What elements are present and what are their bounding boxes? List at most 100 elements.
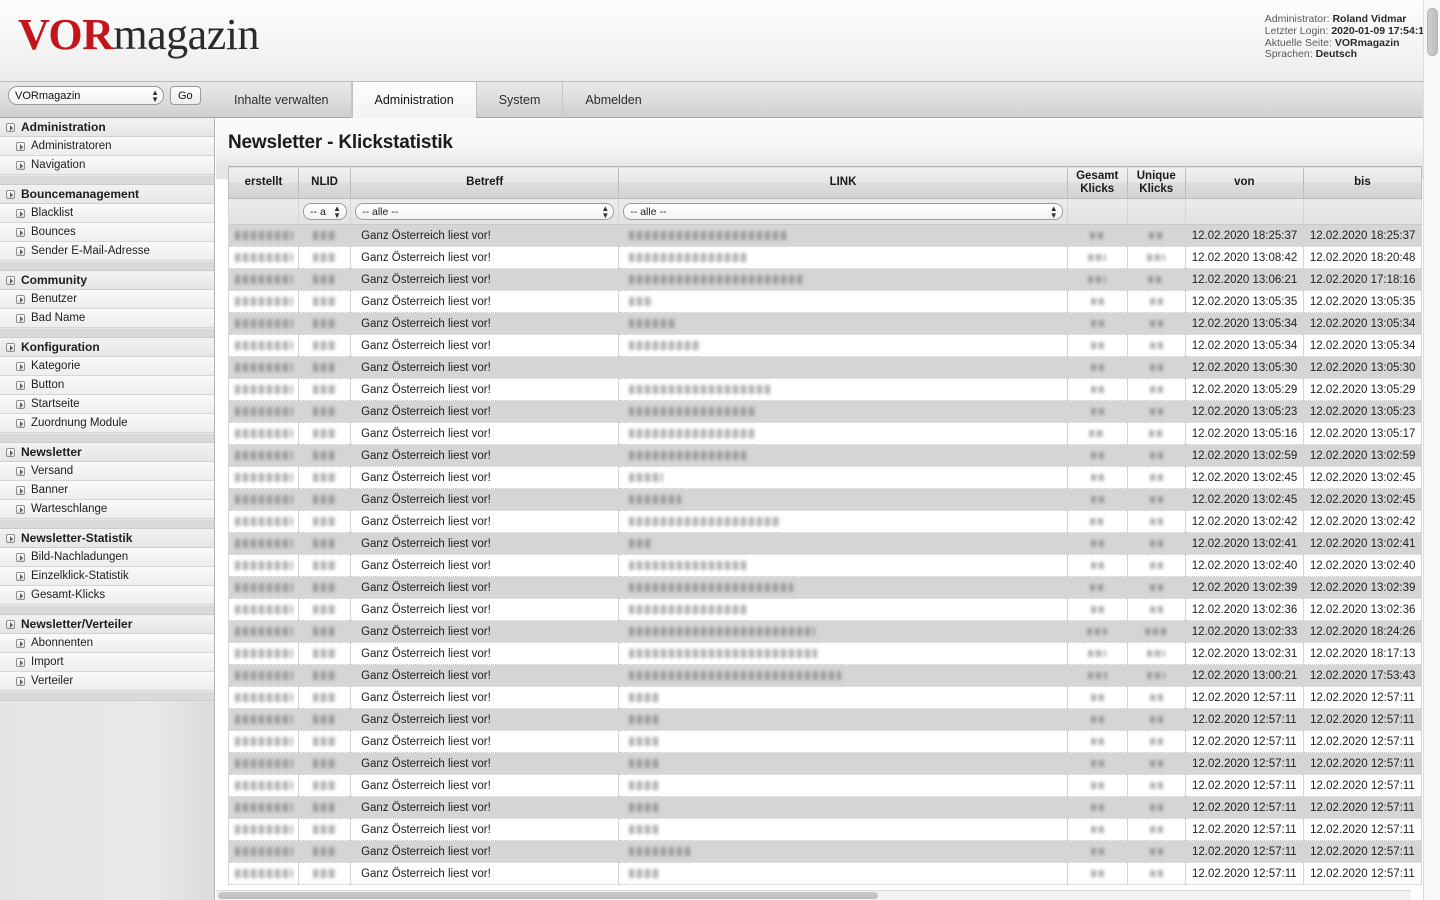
cell-link[interactable] [618,400,1068,423]
tab-inhalte-verwalten[interactable]: Inhalte verwalten [212,82,352,118]
sidebar-item-navigation[interactable]: Navigation [0,156,214,175]
sidebar-item-sender-e-mail-adresse[interactable]: Sender E-Mail-Adresse [0,242,214,261]
table-row[interactable]: Ganz Österreich liest vor! 12.02.2020 13:… [228,466,1423,489]
filter-select-link[interactable]: -- alle -- [623,203,1063,220]
cell-link[interactable] [618,576,1068,599]
cell-link[interactable] [618,510,1068,533]
cell-link[interactable] [618,598,1068,621]
table-row[interactable]: Ganz Österreich liest vor! 12.02.2020 13:… [228,400,1423,423]
cell-link[interactable] [618,224,1068,247]
horizontal-scrollbar[interactable] [216,890,1411,900]
sidebar-group-header-newsletter-statistik[interactable]: Newsletter-Statistik [0,529,214,548]
cell-link[interactable] [618,840,1068,863]
go-button[interactable]: Go [170,86,201,105]
table-row[interactable]: Ganz Österreich liest vor! 12.02.2020 18:… [228,224,1423,247]
cell-link[interactable] [618,752,1068,775]
cell-link[interactable] [618,356,1068,379]
table-row[interactable]: Ganz Österreich liest vor! 12.02.2020 13:… [228,598,1423,621]
table-scroll-region[interactable]: erstellt NLID Betreff LINK Gesamt Klicks … [228,166,1423,900]
sidebar-item-blacklist[interactable]: Blacklist [0,204,214,223]
cell-link[interactable] [618,378,1068,401]
cell-link[interactable] [618,818,1068,841]
column-header-nlid[interactable]: NLID [298,166,352,199]
cell-link[interactable] [618,268,1068,291]
sidebar-item-abonnenten[interactable]: Abonnenten [0,634,214,653]
sidebar-item-button[interactable]: Button [0,376,214,395]
table-row[interactable]: Ganz Österreich liest vor! 12.02.2020 12:… [228,862,1423,885]
column-header-unique-klicks[interactable]: Unique Klicks [1126,166,1186,199]
sidebar-group-header-newsletter[interactable]: Newsletter [0,443,214,462]
table-row[interactable]: Ganz Österreich liest vor! 12.02.2020 13:… [228,664,1423,687]
table-row[interactable]: Ganz Österreich liest vor! 12.02.2020 13:… [228,532,1423,555]
cell-link[interactable] [618,686,1068,709]
table-row[interactable]: Ganz Österreich liest vor! 12.02.2020 12:… [228,818,1423,841]
column-header-bis[interactable]: bis [1302,166,1423,199]
cell-link[interactable] [618,312,1068,335]
cell-link[interactable] [618,554,1068,577]
filter-select-nlid[interactable]: -- a [303,203,348,220]
cell-link[interactable] [618,642,1068,665]
cell-link[interactable] [618,796,1068,819]
table-row[interactable]: Ganz Österreich liest vor! 12.02.2020 12:… [228,686,1423,709]
tab-abmelden[interactable]: Abmelden [563,82,663,118]
table-row[interactable]: Ganz Österreich liest vor! 12.02.2020 13:… [228,290,1423,313]
table-row[interactable]: Ganz Österreich liest vor! 12.02.2020 13:… [228,576,1423,599]
table-row[interactable]: Ganz Österreich liest vor! 12.02.2020 13:… [228,488,1423,511]
table-row[interactable]: Ganz Österreich liest vor! 12.02.2020 13:… [228,642,1423,665]
cell-link[interactable] [618,862,1068,885]
table-row[interactable]: Ganz Österreich liest vor! 12.02.2020 13:… [228,620,1423,643]
cell-link[interactable] [618,620,1068,643]
sidebar-group-header-konfiguration[interactable]: Konfiguration [0,338,214,357]
sidebar-item-bad-name[interactable]: Bad Name [0,309,214,328]
table-row[interactable]: Ganz Österreich liest vor! 12.02.2020 13:… [228,510,1423,533]
table-row[interactable]: Ganz Österreich liest vor! 12.02.2020 13:… [228,246,1423,269]
cell-link[interactable] [618,246,1068,269]
column-header-gesamt-klicks[interactable]: Gesamt Klicks [1066,166,1128,199]
cell-link[interactable] [618,488,1068,511]
table-row[interactable]: Ganz Österreich liest vor! 12.02.2020 12:… [228,840,1423,863]
sidebar-item-versand[interactable]: Versand [0,462,214,481]
sidebar-group-header-newsletter-verteiler[interactable]: Newsletter/Verteiler [0,615,214,634]
sidebar-item-kategorie[interactable]: Kategorie [0,357,214,376]
horizontal-scrollbar-thumb[interactable] [218,892,878,899]
sidebar-item-warteschlange[interactable]: Warteschlange [0,500,214,519]
sidebar-item-zuordnung-module[interactable]: Zuordnung Module [0,414,214,433]
sidebar-item-administratoren[interactable]: Administratoren [0,137,214,156]
sidebar-item-bild-nachladungen[interactable]: Bild-Nachladungen [0,548,214,567]
table-row[interactable]: Ganz Österreich liest vor! 12.02.2020 13:… [228,378,1423,401]
table-row[interactable]: Ganz Österreich liest vor! 12.02.2020 12:… [228,796,1423,819]
table-row[interactable]: Ganz Österreich liest vor! 12.02.2020 13:… [228,334,1423,357]
sidebar-group-header-community[interactable]: Community [0,271,214,290]
cell-link[interactable] [618,334,1068,357]
table-row[interactable]: Ganz Österreich liest vor! 12.02.2020 12:… [228,730,1423,753]
table-row[interactable]: Ganz Österreich liest vor! 12.02.2020 13:… [228,444,1423,467]
filter-select-betreff[interactable]: -- alle -- [355,203,615,220]
cell-link[interactable] [618,532,1068,555]
table-row[interactable]: Ganz Österreich liest vor! 12.02.2020 13:… [228,356,1423,379]
cell-link[interactable] [618,774,1068,797]
table-row[interactable]: Ganz Österreich liest vor! 12.02.2020 12:… [228,774,1423,797]
column-header-erstellt[interactable]: erstellt [228,166,300,199]
sidebar-item-einzelklick-statistik[interactable]: Einzelklick-Statistik [0,567,214,586]
vertical-scrollbar[interactable] [1423,0,1440,900]
table-row[interactable]: Ganz Österreich liest vor! 12.02.2020 13:… [228,268,1423,291]
cell-link[interactable] [618,422,1068,445]
sidebar-item-import[interactable]: Import [0,653,214,672]
table-row[interactable]: Ganz Österreich liest vor! 12.02.2020 12:… [228,752,1423,775]
cell-link[interactable] [618,664,1068,687]
sidebar-item-startseite[interactable]: Startseite [0,395,214,414]
sidebar-item-gesamt-klicks[interactable]: Gesamt-Klicks [0,586,214,605]
vertical-scrollbar-thumb[interactable] [1427,8,1438,56]
cell-link[interactable] [618,444,1068,467]
sidebar-item-banner[interactable]: Banner [0,481,214,500]
column-header-link[interactable]: LINK [618,166,1068,199]
site-select[interactable]: VORmagazin [8,86,164,105]
table-row[interactable]: Ganz Österreich liest vor! 12.02.2020 13:… [228,422,1423,445]
sidebar-item-bounces[interactable]: Bounces [0,223,214,242]
sidebar-group-header-administration[interactable]: Administration [0,118,214,137]
table-row[interactable]: Ganz Österreich liest vor! 12.02.2020 12:… [228,708,1423,731]
table-row[interactable]: Ganz Österreich liest vor! 12.02.2020 13:… [228,554,1423,577]
table-row[interactable]: Ganz Österreich liest vor! 12.02.2020 13:… [228,312,1423,335]
tab-system[interactable]: System [477,82,564,118]
column-header-betreff[interactable]: Betreff [350,166,620,199]
